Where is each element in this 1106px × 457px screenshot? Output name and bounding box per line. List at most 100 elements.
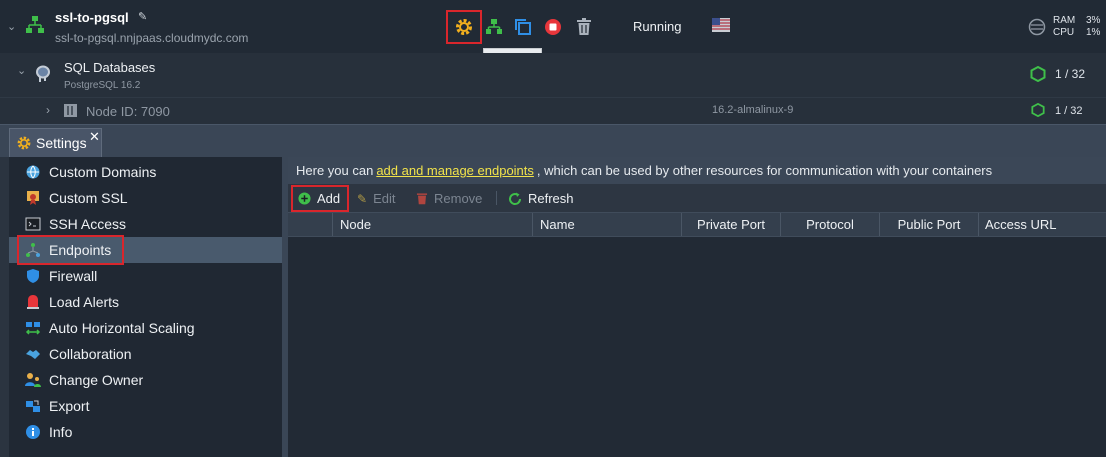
sidebar-item-firewall[interactable]: Firewall [9,263,282,289]
ram-value: 3% [1086,15,1101,26]
plus-circle-icon [298,192,311,205]
info-icon [25,424,41,440]
column-public-port[interactable]: Public Port [879,213,978,236]
clone-environment-button[interactable] [512,16,534,38]
endpoints-table-header: Node Name Private Port Protocol Public P… [288,212,1106,237]
settings-button[interactable] [446,10,482,44]
edit-button[interactable]: ✎ Edit [357,186,395,211]
collapse-chevron-icon[interactable]: ⌄ [17,64,26,77]
postgresql-icon [33,64,53,87]
remove-button-label: Remove [434,191,483,206]
gear-icon [17,136,31,150]
remove-button[interactable]: Remove [416,186,482,211]
sidebar-item-label: Auto Horizontal Scaling [49,320,195,336]
sidebar-item-export[interactable]: Export [9,393,282,419]
certificate-icon [25,190,41,206]
environment-status: Running [633,19,682,34]
sidebar-item-info[interactable]: Info [9,419,282,445]
cpu-label: CPU [1053,27,1075,38]
database-cloudlet-count: 1 / 32 [1055,67,1086,81]
sidebar-item-label: Collaboration [49,346,132,362]
shield-icon [25,268,41,284]
sidebar-item-label: Firewall [49,268,98,284]
resource-usage-icon [1028,18,1046,39]
refresh-icon [509,192,522,205]
edit-button-label: Edit [373,191,396,206]
node-row[interactable]: › Node ID: 7090 16.2-almalinux-9 1 / 32 [0,97,1106,124]
sidebar-item-auto-horizontal-scaling[interactable]: Auto Horizontal Scaling [9,315,282,341]
collapse-chevron-icon[interactable]: ⌄ [7,20,16,33]
sidebar-item-label: Export [49,398,90,414]
sidebar-item-load-alerts[interactable]: Load Alerts [9,289,282,315]
info-prefix: Here you can [296,163,374,178]
add-button[interactable]: Add [291,185,349,212]
endpoints-info-bar: Here you can add and manage endpoints , … [288,157,1106,184]
owner-icon [25,372,41,388]
cloudlet-hex-icon [1030,65,1046,83]
sidebar-item-label: Change Owner [49,372,144,388]
database-layer-row[interactable]: ⌄ SQL Databases PostgreSQL 16.2 1 / 32 [0,53,1106,97]
manage-endpoints-link[interactable]: add and manage endpoints [376,163,534,178]
gear-icon [456,19,472,35]
toolbar-divider [496,191,497,205]
settings-sidebar: Custom Domains Custom SSL SSH Access End… [9,157,282,457]
trash-icon [577,18,591,35]
environment-name[interactable]: ssl-to-pgsql [55,10,129,25]
sidebar-item-custom-domains[interactable]: Custom Domains [9,159,282,185]
sidebar-item-change-owner[interactable]: Change Owner [9,367,282,393]
sidebar-item-custom-ssl[interactable]: Custom SSL [9,185,282,211]
node-server-icon [64,104,77,120]
stop-icon [545,19,561,35]
pencil-icon: ✎ [357,191,368,206]
delete-environment-button[interactable] [573,16,595,38]
endpoints-panel: Here you can add and manage endpoints , … [288,157,1106,457]
column-access-url[interactable]: Access URL [978,213,1106,236]
sidebar-item-endpoints[interactable]: Endpoints [9,235,282,265]
sidebar-item-label: SSH Access [49,216,127,232]
sidebar-item-collaboration[interactable]: Collaboration [9,341,282,367]
environment-domain-link[interactable]: ssl-to-pgsql.nnjpaas.cloudmydc.com [55,31,248,45]
column-private-port[interactable]: Private Port [681,213,780,236]
trash-icon [416,193,428,205]
region-flag-icon[interactable] [712,18,730,35]
expand-chevron-icon[interactable]: › [46,103,50,117]
custom-domains-icon [25,164,41,180]
scaling-icon [25,320,41,336]
cloudlet-hex-icon [1031,102,1045,118]
ram-label: RAM [1053,15,1076,26]
change-topology-button[interactable] [483,16,505,38]
database-layer-subtitle: PostgreSQL 16.2 [64,80,141,91]
node-cloudlet-count: 1 / 32 [1055,105,1083,117]
settings-tab-label: Settings [36,135,87,151]
node-id-label: Node ID: 7090 [86,104,170,119]
column-name[interactable]: Name [532,213,681,236]
terminal-icon [25,216,41,232]
topology-icon [486,19,502,34]
node-image-tag: 16.2-almalinux-9 [712,104,794,116]
column-node[interactable]: Node [332,213,532,236]
sidebar-item-label: Custom Domains [49,164,157,180]
column-protocol[interactable]: Protocol [780,213,879,236]
cpu-value: 1% [1086,27,1101,38]
add-button-label: Add [317,191,341,206]
edit-pencil-icon[interactable]: ✎ [138,10,147,23]
close-icon[interactable]: ✕ [89,129,100,145]
alert-icon [25,294,41,310]
settings-tab-strip [0,124,1106,157]
stop-environment-button[interactable] [542,16,564,38]
info-suffix: , which can be used by other resources f… [536,163,993,178]
refresh-button[interactable]: Refresh [508,186,574,211]
endpoints-highlight [17,235,124,265]
environment-row[interactable]: ⌄ ssl-to-pgsql ✎ ssl-to-pgsql.nnjpaas.cl… [0,0,1106,53]
refresh-button-label: Refresh [528,191,574,206]
sidebar-item-label: Load Alerts [49,294,120,310]
handshake-icon [25,346,41,362]
sidebar-item-label: Custom SSL [49,190,128,206]
database-layer-title: SQL Databases [64,60,156,75]
clone-icon [515,19,531,35]
environment-topology-icon [24,14,46,39]
sidebar-item-ssh-access[interactable]: SSH Access [9,211,282,237]
sidebar-item-label: Info [49,424,73,440]
endpoints-toolbar: Add ✎ Edit Remove Refresh [288,184,1106,212]
export-icon [25,398,41,414]
